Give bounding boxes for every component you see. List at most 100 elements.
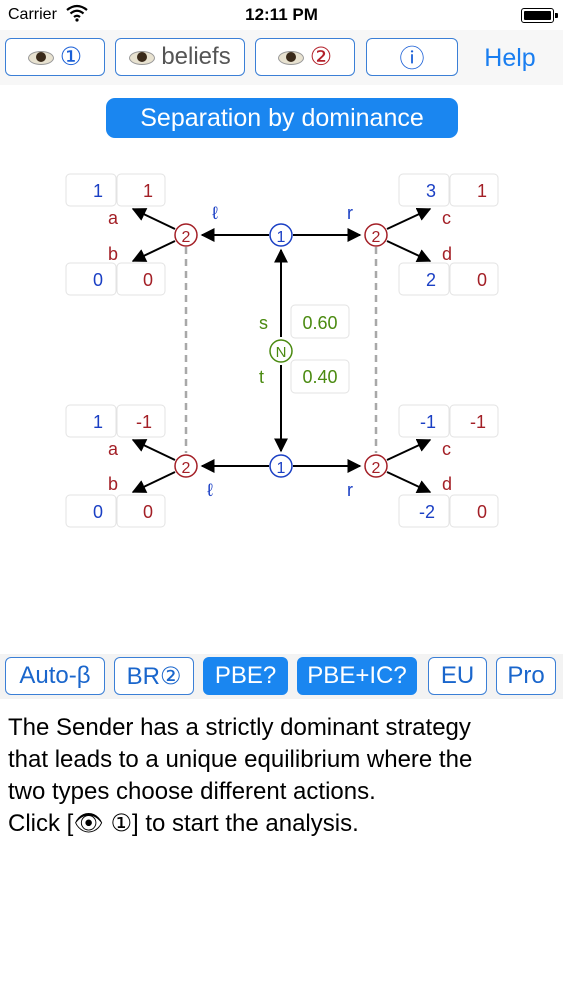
response-a-label: a	[108, 439, 119, 459]
game-tree: 1 1 N 2 2 2 2 ℓ r ℓ r s t a b c d a b c	[65, 173, 499, 528]
payoff-cell[interactable]: 2	[398, 262, 450, 296]
info-icon: ⓘ	[399, 45, 425, 73]
svg-text:1: 1	[477, 181, 487, 201]
svg-text:0: 0	[143, 270, 153, 290]
svg-text:0: 0	[477, 502, 487, 522]
svg-text:2: 2	[372, 460, 381, 477]
response-c-label: c	[442, 208, 451, 228]
description-line: Click [👁 ①] to start the analysis.	[8, 810, 359, 837]
payoff-cell[interactable]: 0	[449, 262, 499, 296]
view-player1-button[interactable]: ①	[5, 38, 105, 76]
svg-text:-1: -1	[136, 412, 152, 432]
svg-text:0.40: 0.40	[302, 367, 337, 387]
response-b-label: b	[108, 244, 118, 264]
eye-icon	[129, 50, 156, 65]
response-arrow	[131, 240, 176, 262]
payoff-cell[interactable]: 0	[116, 262, 166, 296]
description-text: The Sender has a strictly dominant strat…	[8, 712, 556, 840]
analysis-toolbar: Auto-β BR② PBE? PBE+IC? EU Pro	[0, 654, 563, 699]
best-response-button[interactable]: BR②	[114, 657, 194, 695]
prob-box-top[interactable]: 0.60	[290, 304, 350, 339]
description-line: two types choose different actions.	[8, 778, 376, 805]
response-arrow	[386, 471, 432, 494]
page-title: Separation by dominance	[106, 98, 458, 138]
response-d-label: d	[442, 474, 452, 494]
nature-move-t-label: t	[259, 367, 264, 387]
player1-symbol: ①	[59, 43, 83, 71]
response-b-label: b	[108, 474, 118, 494]
response-arrow	[131, 439, 176, 461]
svg-text:1: 1	[93, 412, 103, 432]
view-player2-button[interactable]: ②	[255, 38, 355, 76]
svg-text:0: 0	[143, 502, 153, 522]
eu-button[interactable]: EU	[428, 657, 487, 695]
svg-text:1: 1	[277, 460, 286, 477]
action-left-label-bottom: ℓ	[207, 480, 213, 500]
svg-text:1: 1	[143, 181, 153, 201]
response-arrow	[386, 240, 432, 263]
svg-text:1: 1	[93, 181, 103, 201]
svg-text:-2: -2	[419, 502, 435, 522]
sender-node-top: 1	[269, 223, 293, 247]
beliefs-label: beliefs	[161, 43, 231, 70]
sender-node-bottom: 1	[269, 454, 293, 478]
svg-text:N: N	[276, 344, 287, 361]
payoff-cell[interactable]: 1	[65, 404, 117, 438]
svg-text:-1: -1	[420, 412, 436, 432]
svg-text:0: 0	[477, 270, 487, 290]
view-beliefs-button[interactable]: beliefs	[115, 38, 245, 76]
svg-text:0.60: 0.60	[302, 313, 337, 333]
nature-move-s-label: s	[259, 313, 268, 333]
receiver-node-top-left: 2	[174, 223, 198, 247]
payoff-cell[interactable]: -2	[398, 494, 450, 528]
auto-beta-button[interactable]: Auto-β	[5, 657, 105, 695]
payoff-cell[interactable]: 0	[116, 494, 166, 528]
payoff-cell[interactable]: -1	[449, 404, 499, 438]
help-button[interactable]: Help	[470, 40, 550, 76]
response-d-label: d	[442, 244, 452, 264]
action-right-label-top: r	[347, 203, 353, 223]
payoff-cell[interactable]: -1	[116, 404, 166, 438]
payoff-cell[interactable]: 0	[65, 262, 117, 296]
svg-text:0: 0	[93, 270, 103, 290]
clock-time: 12:11 PM	[245, 5, 318, 24]
payoff-cell[interactable]: 1	[116, 173, 166, 207]
pbe-button[interactable]: PBE?	[203, 657, 288, 695]
pro-button[interactable]: Pro	[496, 657, 556, 695]
top-toolbar: ① beliefs ② ⓘ Help	[0, 30, 563, 85]
svg-text:2: 2	[182, 229, 191, 246]
eye-icon	[277, 50, 304, 65]
nature-node: N	[269, 339, 293, 363]
response-arrow	[386, 438, 432, 461]
eye-icon	[27, 50, 54, 65]
prob-box-bottom[interactable]: 0.40	[290, 359, 350, 394]
svg-text:-1: -1	[470, 412, 486, 432]
response-c-label: c	[442, 439, 451, 459]
payoff-cell[interactable]: 0	[449, 494, 499, 528]
response-arrow	[386, 207, 432, 230]
svg-text:3: 3	[426, 181, 436, 201]
response-a-label: a	[108, 208, 119, 228]
svg-text:1: 1	[277, 229, 286, 246]
svg-text:0: 0	[93, 502, 103, 522]
payoff-cell[interactable]: 3	[398, 173, 450, 207]
action-left-label-top: ℓ	[212, 203, 218, 223]
player2-symbol: ②	[309, 43, 333, 71]
receiver-node-bottom-left: 2	[174, 454, 198, 478]
payoff-cell[interactable]: 1	[449, 173, 499, 207]
receiver-node-top-right: 2	[364, 223, 388, 247]
response-arrow	[131, 471, 176, 493]
svg-text:2: 2	[182, 460, 191, 477]
payoff-cell[interactable]: -1	[398, 404, 450, 438]
info-button[interactable]: ⓘ	[366, 38, 458, 76]
description-line: The Sender has a strictly dominant strat…	[8, 714, 471, 741]
payoff-cell[interactable]: 1	[65, 173, 117, 207]
pbe-ic-button[interactable]: PBE+IC?	[297, 657, 417, 695]
action-right-label-bottom: r	[347, 480, 353, 500]
receiver-node-bottom-right: 2	[364, 454, 388, 478]
response-arrow	[131, 208, 176, 230]
battery-icon	[521, 8, 558, 23]
description-line: that leads to a unique equilibrium where…	[8, 746, 473, 773]
status-bar: Carrier 12:11 PM	[0, 0, 563, 30]
payoff-cell[interactable]: 0	[65, 494, 117, 528]
